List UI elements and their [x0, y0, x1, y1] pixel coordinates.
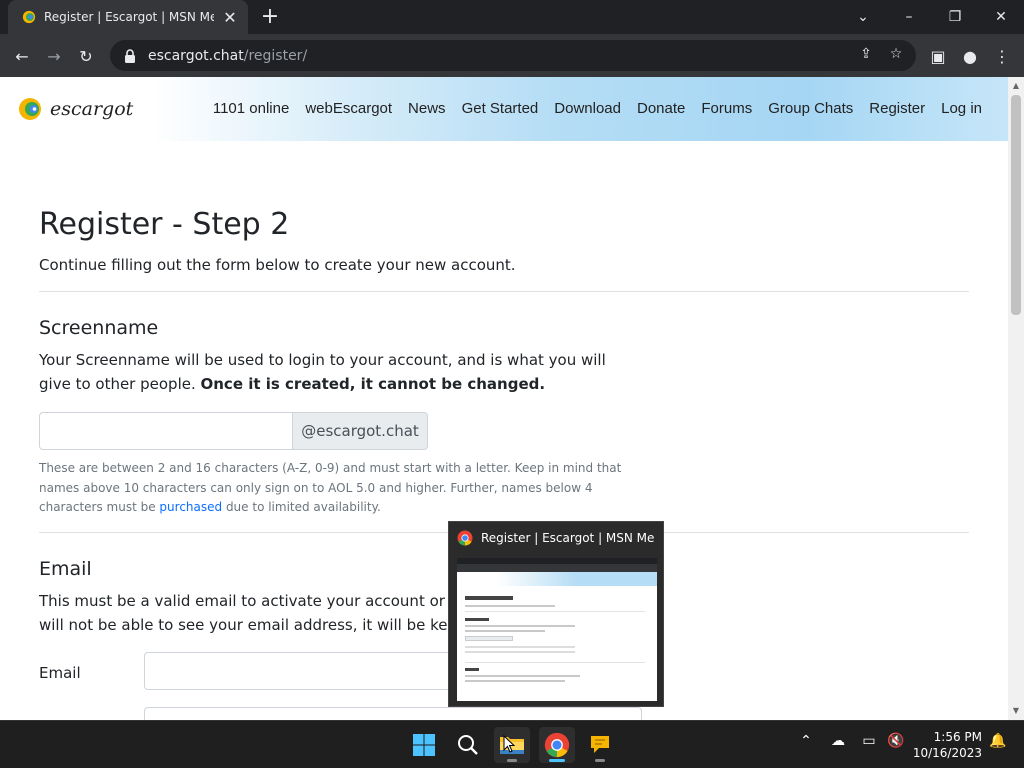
- site-navbar: escargot 1101 online webEscargot News Ge…: [0, 77, 1008, 141]
- restore-icon[interactable]: ❐: [932, 0, 978, 34]
- preview-title: Register | Escargot | MSN Messe...: [481, 531, 655, 545]
- preview-input: [465, 636, 513, 641]
- lock-icon: [125, 48, 135, 63]
- screenname-description: Your Screenname will be used to login to…: [39, 348, 639, 396]
- escargot-messenger-icon[interactable]: [582, 727, 618, 763]
- screenname-domain-addon: @escargot.chat: [293, 412, 428, 450]
- screenname-input-group: @escargot.chat: [39, 412, 428, 450]
- preview-toolbar: [457, 564, 657, 572]
- nav-login[interactable]: Log in: [941, 100, 982, 117]
- nav-forums[interactable]: Forums: [701, 100, 752, 117]
- tab-close-icon[interactable]: ✕: [220, 8, 240, 27]
- preview-text-line: [465, 625, 575, 627]
- chrome-menu-icon[interactable]: ⋮: [988, 42, 1016, 70]
- bookmark-star-icon[interactable]: ☆: [886, 46, 906, 66]
- clock-date: 10/16/2023: [912, 746, 982, 760]
- side-panel-icon[interactable]: ▣: [924, 42, 952, 70]
- running-indicator: [507, 759, 517, 762]
- screenname-heading: Screenname: [39, 317, 159, 339]
- screenname-desc-bold: Once it is created, it cannot be changed…: [200, 375, 546, 393]
- profile-avatar-icon[interactable]: ●: [956, 42, 984, 70]
- nav-online-count[interactable]: 1101 online: [213, 100, 289, 117]
- preview-header: Register | Escargot | MSN Messe...: [449, 522, 663, 552]
- escargot-favicon-icon: [22, 10, 36, 24]
- divider: [39, 291, 969, 292]
- browser-tab[interactable]: Register | Escargot | MSN Messe ✕: [8, 0, 248, 34]
- page-title: Register - Step 2: [39, 207, 290, 242]
- volume-muted-icon[interactable]: 🔇: [884, 733, 908, 749]
- preview-text-line: [465, 630, 545, 632]
- nav-download[interactable]: Download: [554, 100, 621, 117]
- screenname-help-text: These are between 2 and 16 characters (A…: [39, 459, 639, 518]
- forward-arrow-icon[interactable]: →: [40, 42, 68, 70]
- nav-register[interactable]: Register: [869, 100, 925, 117]
- browser-toolbar: ← → ↻ escargot.chat/register/ ⇪ ☆ ▣ ● ⋮: [0, 34, 1024, 77]
- new-tab-button[interactable]: +: [258, 4, 282, 30]
- preview-text-line: [465, 646, 575, 648]
- preview-text-line: [465, 651, 575, 653]
- address-bar[interactable]: escargot.chat/register/ ⇪ ☆: [110, 40, 916, 71]
- search-icon[interactable]: [450, 727, 486, 763]
- brand-name: escargot: [50, 98, 134, 120]
- browser-tab-strip: Register | Escargot | MSN Messe ✕ + ⌄ – …: [0, 0, 1024, 34]
- email-label: Email: [39, 664, 81, 682]
- mouse-cursor-icon: [503, 735, 515, 753]
- notification-bell-icon[interactable]: 🔔: [986, 733, 1010, 749]
- purchased-link[interactable]: purchased: [159, 500, 222, 514]
- onedrive-cloud-icon[interactable]: ☁: [826, 733, 850, 749]
- preview-navbar: [457, 572, 657, 586]
- chrome-icon: [457, 530, 473, 546]
- taskbar-clock[interactable]: 1:56 PM 10/16/2023: [913, 729, 982, 761]
- preview-text-line: [465, 675, 580, 677]
- clock-time: 1:56 PM: [933, 730, 982, 744]
- scroll-up-arrow-icon[interactable]: ▲: [1008, 79, 1024, 93]
- nav-group-chats[interactable]: Group Chats: [768, 100, 853, 117]
- active-indicator: [549, 759, 565, 762]
- page-scrollbar[interactable]: ▲ ▼: [1008, 77, 1024, 720]
- nav-get-started[interactable]: Get Started: [462, 100, 539, 117]
- scroll-thumb[interactable]: [1011, 95, 1021, 315]
- preview-divider: [465, 662, 645, 663]
- taskbar-thumbnail-preview[interactable]: Register | Escargot | MSN Messe...: [448, 521, 664, 707]
- reload-icon[interactable]: ↻: [72, 42, 100, 70]
- url-host: escargot.chat: [148, 47, 244, 64]
- preview-subheading: [465, 618, 489, 621]
- help-text-after: due to limited availability.: [222, 500, 381, 514]
- email-desc-line2: will not be able to see your email addre…: [39, 616, 468, 634]
- back-arrow-icon[interactable]: ←: [8, 42, 36, 70]
- email-confirm-field[interactable]: [144, 707, 642, 720]
- minimize-icon[interactable]: –: [886, 0, 932, 34]
- window-close-icon[interactable]: ✕: [978, 0, 1024, 34]
- preview-text-line: [465, 680, 565, 682]
- nav-news[interactable]: News: [408, 100, 446, 117]
- chrome-taskbar-icon[interactable]: [539, 727, 575, 763]
- tab-search-chevron-icon[interactable]: ⌄: [840, 0, 886, 34]
- running-indicator: [595, 759, 605, 762]
- email-desc-line1: This must be a valid email to activate y…: [39, 592, 482, 610]
- email-heading: Email: [39, 558, 92, 580]
- network-monitor-icon[interactable]: ▭: [857, 733, 881, 749]
- tab-title: Register | Escargot | MSN Messe: [44, 10, 214, 24]
- url-path: /register/: [243, 47, 308, 64]
- escargot-logo-icon: [19, 98, 41, 120]
- preview-subheading: [465, 668, 479, 671]
- show-hidden-icons-chevron-icon[interactable]: ⌃: [794, 733, 818, 749]
- preview-text-line: [465, 605, 555, 607]
- share-icon[interactable]: ⇪: [856, 46, 876, 66]
- windows-start-icon[interactable]: [406, 727, 442, 763]
- brand[interactable]: escargot: [18, 95, 133, 123]
- nav-webescargot[interactable]: webEscargot: [305, 100, 392, 117]
- preview-divider: [465, 611, 645, 612]
- preview-page-thumbnail: [457, 558, 657, 701]
- screenname-input[interactable]: [39, 412, 293, 450]
- scroll-down-arrow-icon[interactable]: ▼: [1008, 704, 1024, 718]
- preview-heading: [465, 596, 513, 600]
- nav-donate[interactable]: Donate: [637, 100, 685, 117]
- nav-links: 1101 online webEscargot News Get Started…: [197, 100, 982, 117]
- page-lead: Continue filling out the form below to c…: [39, 256, 516, 274]
